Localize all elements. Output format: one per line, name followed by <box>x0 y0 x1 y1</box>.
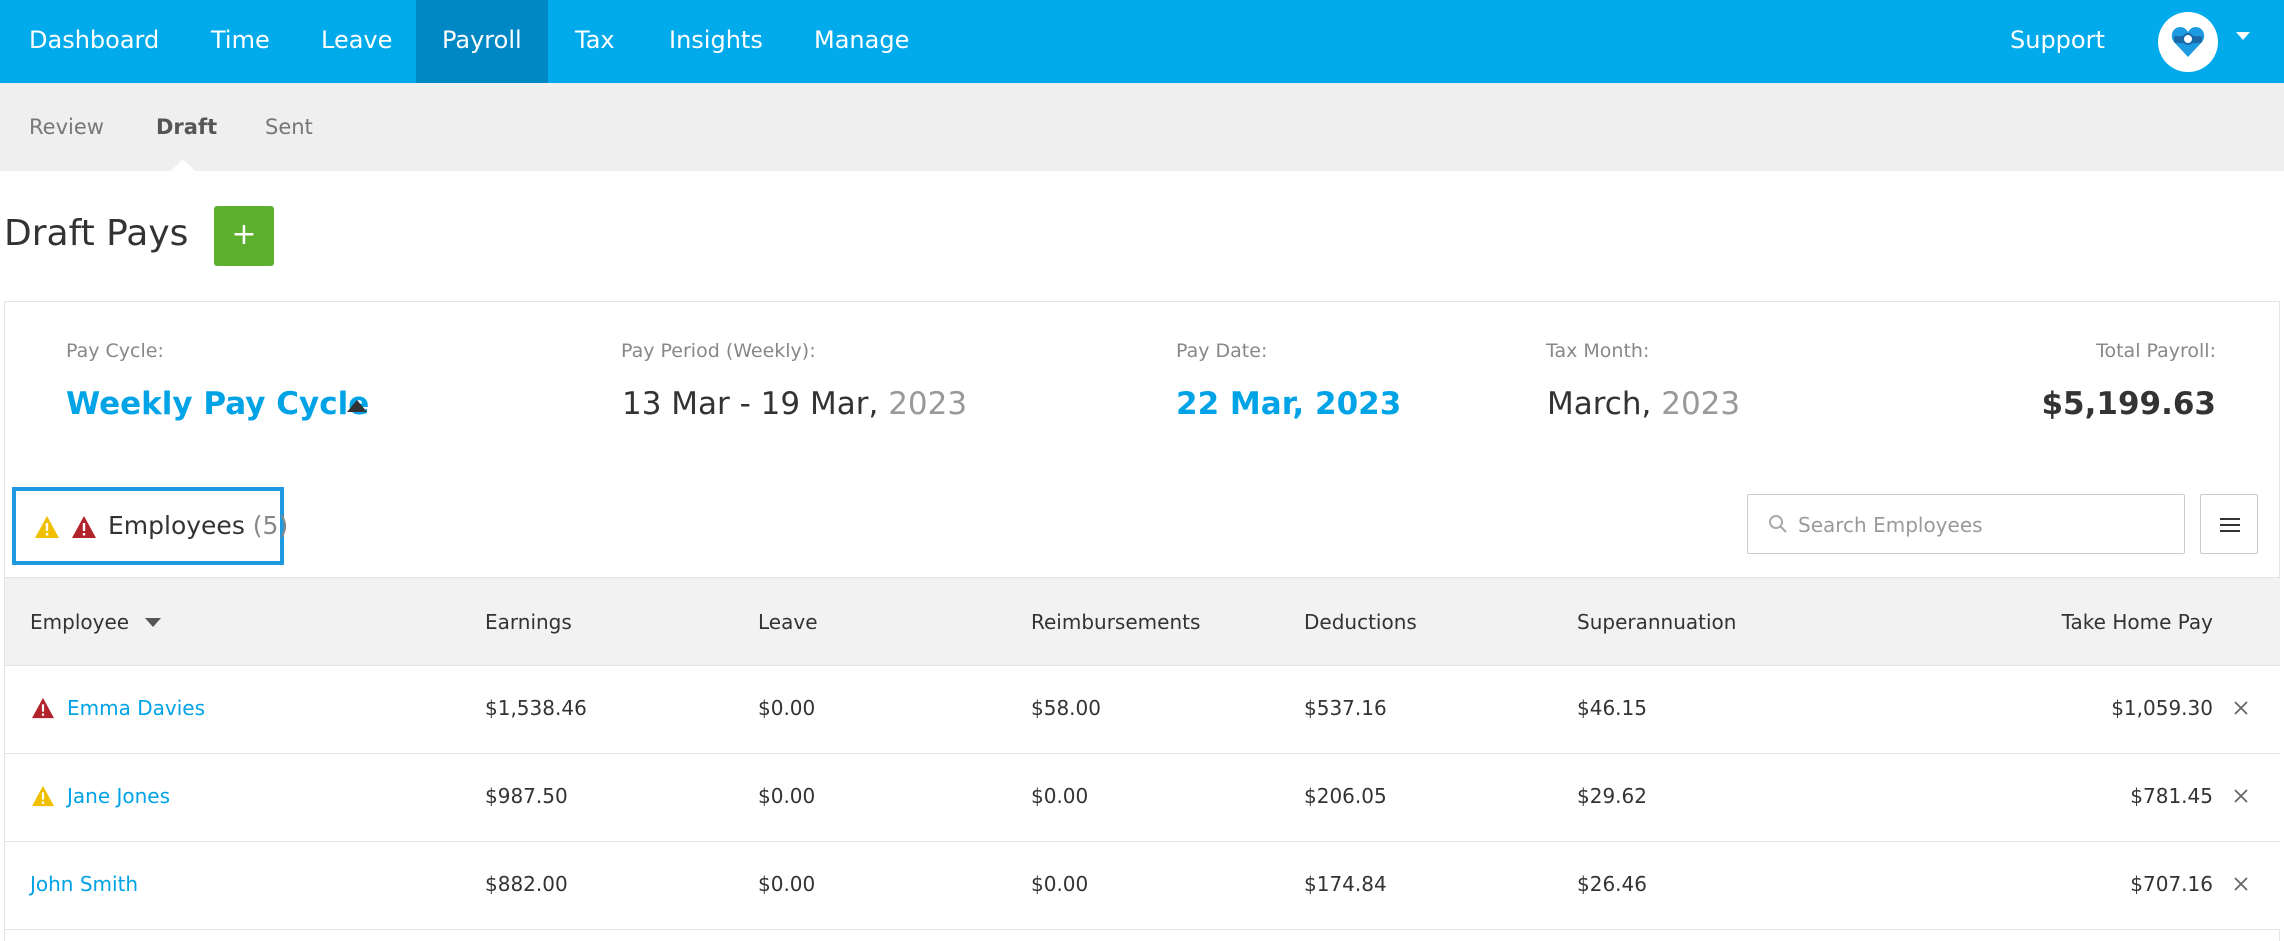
hamburger-menu-icon <box>2220 518 2240 532</box>
take-home-pay-cell: $707.16 <box>2130 872 2213 896</box>
employees-count: (5) <box>252 511 289 540</box>
earnings-cell: $987.50 <box>485 784 568 808</box>
pay-period-year: 2023 <box>888 386 968 422</box>
pay-cycle-label: Pay Cycle: <box>66 340 164 362</box>
earnings-cell: $882.00 <box>485 872 568 896</box>
earnings-cell: $1,538.46 <box>485 696 587 720</box>
col-reimbursements: Reimbursements <box>1031 610 1201 634</box>
nav-leave[interactable]: Leave <box>321 0 392 83</box>
deductions-cell: $206.05 <box>1304 784 1387 808</box>
add-pay-button[interactable]: + <box>214 206 274 266</box>
superannuation-cell: $26.46 <box>1577 872 1647 896</box>
pay-period-label: Pay Period (Weekly): <box>621 340 816 362</box>
employee-name-link[interactable]: John Smith <box>30 872 138 896</box>
pay-period-range: 13 Mar - 19 Mar, <box>622 386 879 422</box>
employee-name-link[interactable]: Emma Davies <box>67 696 205 720</box>
caret-up-icon[interactable] <box>347 400 367 412</box>
pay-cycle-value[interactable]: Weekly Pay Cycle <box>66 386 369 422</box>
user-avatar[interactable] <box>2158 12 2218 72</box>
pay-period-value: 13 Mar - 19 Mar, 2023 <box>622 386 967 422</box>
close-icon[interactable] <box>2233 788 2249 804</box>
reimbursements-cell: $0.00 <box>1031 784 1089 808</box>
top-navigation: Dashboard Time Leave Payroll Tax Insight… <box>0 0 2284 83</box>
col-earnings: Earnings <box>485 610 572 634</box>
column-menu-button[interactable] <box>2200 494 2258 554</box>
nav-support[interactable]: Support <box>2010 0 2105 83</box>
leave-cell: $0.00 <box>758 872 816 896</box>
table-header: Employee Earnings Leave Reimbursements D… <box>5 577 2280 666</box>
nav-payroll[interactable]: Payroll <box>416 0 548 83</box>
pay-date-value[interactable]: 22 Mar, 2023 <box>1176 386 1401 422</box>
sort-down-icon[interactable] <box>145 618 161 627</box>
pay-date-label: Pay Date: <box>1176 340 1268 362</box>
error-triangle-icon <box>72 516 96 538</box>
employees-title: Employees (5) <box>108 511 288 540</box>
nav-time[interactable]: Time <box>211 0 270 83</box>
tax-month-name: March, <box>1547 386 1652 422</box>
nav-insights[interactable]: Insights <box>669 0 763 83</box>
col-superannuation: Superannuation <box>1577 610 1737 634</box>
tax-month-label: Tax Month: <box>1546 340 1650 362</box>
deductions-cell: $537.16 <box>1304 696 1387 720</box>
nav-tax[interactable]: Tax <box>575 0 615 83</box>
warning-triangle-icon <box>32 785 54 807</box>
search-employees <box>1747 494 2185 554</box>
employees-label: Employees <box>108 511 245 540</box>
subnav-review[interactable]: Review <box>29 83 104 171</box>
table-row: John Smith $882.00 $0.00 $0.00 $174.84 $… <box>5 842 2280 930</box>
total-payroll-value: $5,199.63 <box>2041 386 2216 422</box>
superannuation-cell: $46.15 <box>1577 696 1647 720</box>
search-icon <box>1769 515 1787 533</box>
search-input[interactable] <box>1798 505 2168 545</box>
chevron-down-icon[interactable] <box>2236 32 2250 42</box>
close-icon[interactable] <box>2233 700 2249 716</box>
tax-month-year: 2023 <box>1661 386 1741 422</box>
take-home-pay-cell: $781.45 <box>2130 784 2213 808</box>
total-payroll-label: Total Payroll: <box>2096 340 2216 362</box>
employees-header[interactable]: Employees (5) <box>12 487 288 565</box>
table-row: Emma Davies $1,538.46 $0.00 $58.00 $537.… <box>5 666 2280 754</box>
leave-cell: $0.00 <box>758 696 816 720</box>
close-icon[interactable] <box>2233 876 2249 892</box>
col-take-home-pay: Take Home Pay <box>2061 610 2213 634</box>
nav-dashboard[interactable]: Dashboard <box>29 0 159 83</box>
error-triangle-icon <box>32 697 54 719</box>
active-tab-pointer <box>170 159 196 172</box>
leave-cell: $0.00 <box>758 784 816 808</box>
reimbursements-cell: $0.00 <box>1031 872 1089 896</box>
superannuation-cell: $29.62 <box>1577 784 1647 808</box>
warning-triangle-icon <box>35 516 59 538</box>
sub-navigation: Review Draft Sent <box>0 83 2284 171</box>
deductions-cell: $174.84 <box>1304 872 1387 896</box>
subnav-sent[interactable]: Sent <box>265 83 313 171</box>
employee-name-link[interactable]: Jane Jones <box>67 784 170 808</box>
nav-manage[interactable]: Manage <box>814 0 909 83</box>
take-home-pay-cell: $1,059.30 <box>2111 696 2213 720</box>
col-deductions: Deductions <box>1304 610 1417 634</box>
tax-month-value: March, 2023 <box>1547 386 1740 422</box>
page-title: Draft Pays <box>4 213 189 254</box>
reimbursements-cell: $58.00 <box>1031 696 1101 720</box>
col-leave: Leave <box>758 610 818 634</box>
table-row: Jane Jones $987.50 $0.00 $0.00 $206.05 $… <box>5 754 2280 842</box>
subnav-draft[interactable]: Draft <box>156 83 217 171</box>
heart-lock-icon <box>2171 27 2205 57</box>
col-employee[interactable]: Employee <box>30 610 129 634</box>
